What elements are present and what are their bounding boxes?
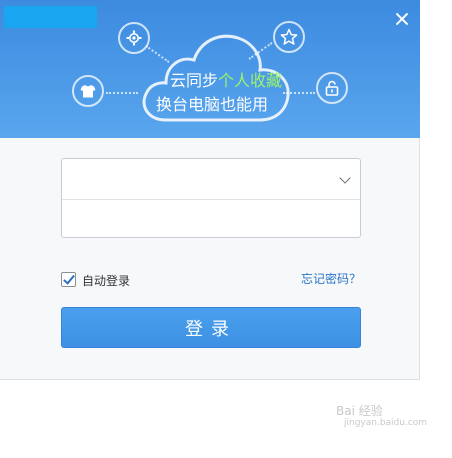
account-input[interactable] [62, 159, 332, 197]
login-dialog: 云同步个人收藏 换台电脑也能用 自动登录 忘记密码？ 登录 [0, 0, 420, 380]
cloud-slogan-line1: 云同步个人收藏 [170, 67, 282, 91]
connector-dots [106, 92, 138, 94]
slogan-highlight: 个人收藏 [218, 71, 283, 90]
app-title-box [4, 6, 97, 28]
shirt-icon [72, 75, 104, 107]
cloud-slogan-line2: 换台电脑也能用 [156, 95, 269, 114]
auto-login-label: 自动登录 [82, 274, 131, 288]
watermark: Bai 经验 [336, 404, 383, 418]
unlock-icon [316, 72, 348, 104]
account-row [62, 159, 360, 200]
auto-login-checkbox[interactable] [61, 272, 76, 287]
forgot-password-link[interactable]: 忘记密码？ [301, 270, 361, 287]
close-icon[interactable] [393, 10, 411, 28]
password-row [62, 200, 360, 238]
slogan-text: 云同步 [170, 71, 219, 90]
login-button[interactable]: 登录 [61, 307, 361, 348]
watermark-url: jingyan.baidu.com [344, 418, 428, 428]
chevron-down-icon[interactable] [339, 172, 351, 184]
login-form [61, 158, 361, 238]
password-input[interactable] [62, 200, 332, 238]
banner: 云同步个人收藏 换台电脑也能用 [0, 0, 420, 138]
